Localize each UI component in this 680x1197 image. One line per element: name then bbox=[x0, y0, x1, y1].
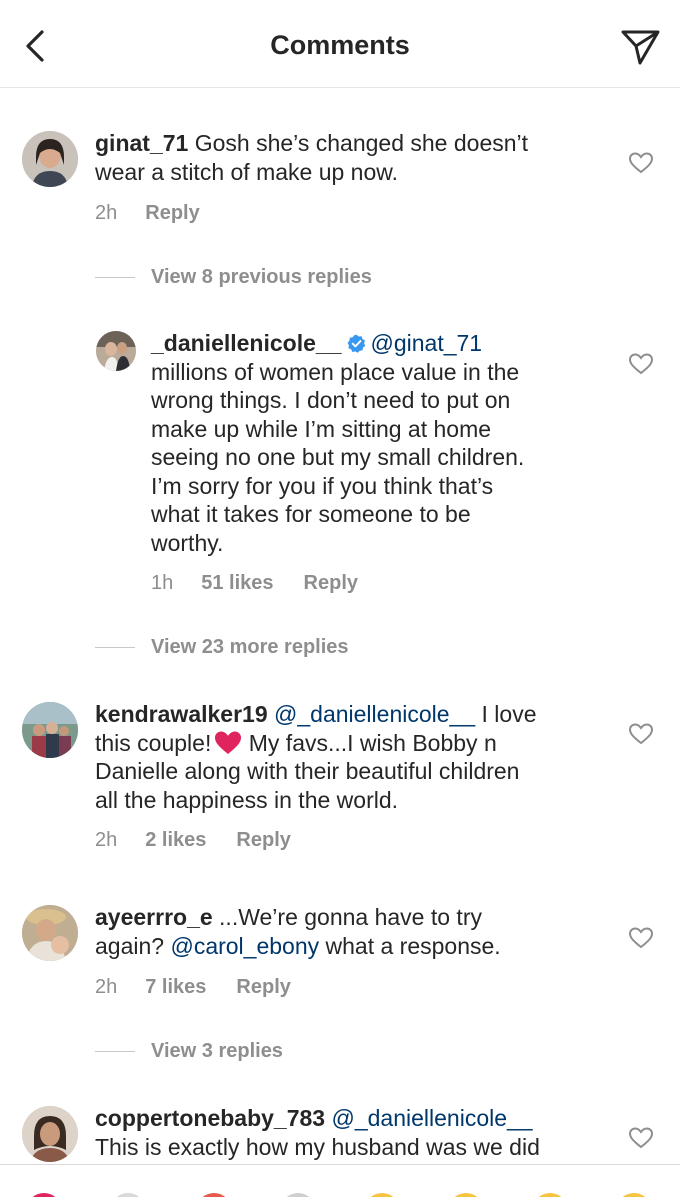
comment-body: all the happiness in the world. bbox=[95, 786, 399, 813]
comment-text: kendrawalker19 @_daniellenicole__ I love… bbox=[95, 700, 615, 814]
comment-body: wear a stitch of make up now. bbox=[95, 158, 398, 185]
mention-link[interactable]: @_daniellenicole__ bbox=[331, 1105, 532, 1131]
comment-body: worthy. bbox=[151, 529, 224, 556]
view-more-replies[interactable]: View 23 more replies bbox=[95, 636, 349, 659]
reply-button[interactable]: Reply bbox=[145, 202, 199, 225]
emoji-icon[interactable] bbox=[196, 1193, 232, 1197]
reply-button[interactable]: Reply bbox=[304, 572, 358, 595]
view-previous-replies[interactable]: View 8 previous replies bbox=[95, 266, 372, 289]
reply-button[interactable]: Reply bbox=[236, 976, 290, 999]
like-icon[interactable] bbox=[628, 151, 654, 175]
like-icon[interactable] bbox=[628, 1126, 654, 1150]
likes-count[interactable]: 2 likes bbox=[145, 829, 206, 852]
comment-body: I’m sorry for you if you think that’s bbox=[151, 472, 494, 499]
comment-time: 1h bbox=[151, 572, 174, 594]
comment-username[interactable]: kendrawalker19 bbox=[95, 701, 268, 727]
emoji-icon[interactable] bbox=[532, 1193, 568, 1197]
comment-body: again? bbox=[95, 932, 171, 959]
verified-icon bbox=[348, 334, 366, 353]
comment-body: This is exactly how my husband was we di… bbox=[95, 1133, 540, 1160]
red-heart-emoji bbox=[215, 731, 242, 754]
mention-link[interactable]: @_daniellenicole__ bbox=[274, 701, 475, 727]
emoji-icon[interactable] bbox=[364, 1193, 400, 1197]
avatar[interactable] bbox=[22, 1106, 78, 1162]
comment-text: _daniellenicole__ @ginat_71 millions of w… bbox=[151, 329, 621, 557]
comment-time: 2h bbox=[95, 202, 118, 224]
comment-body: what a response. bbox=[319, 932, 501, 959]
mention-link[interactable]: @ginat_71 bbox=[370, 330, 482, 356]
mention-link[interactable]: @carol_ebony bbox=[170, 933, 319, 959]
comment-body: what it takes for someone to be bbox=[151, 501, 471, 527]
like-icon[interactable] bbox=[628, 722, 654, 746]
comment-text: ayeerrro_e ...We’re gonna have to try ag… bbox=[95, 903, 615, 960]
avatar[interactable] bbox=[96, 331, 136, 371]
emoji-icon[interactable] bbox=[280, 1193, 316, 1197]
view-replies-label: View 3 replies bbox=[151, 1040, 283, 1062]
reply-button[interactable]: Reply bbox=[236, 829, 290, 852]
comment-username[interactable]: ginat_71 bbox=[95, 130, 188, 156]
comment-body: this couple! bbox=[95, 729, 212, 756]
comment-meta: 2h Reply bbox=[95, 202, 200, 225]
comment-meta: 2h 7 likes Reply bbox=[95, 976, 291, 999]
comment-body: I love bbox=[475, 701, 537, 727]
divider bbox=[95, 647, 135, 649]
comment-text: coppertonebaby_783 @_daniellenicole__ Th… bbox=[95, 1104, 615, 1164]
view-replies-label: View 23 more replies bbox=[151, 636, 349, 658]
comment-body: Danielle along with their beautiful chil… bbox=[95, 758, 520, 784]
comment-time: 2h bbox=[95, 976, 118, 998]
comment-body: millions of women place value in the bbox=[151, 358, 520, 385]
page-title: Comments bbox=[270, 30, 410, 60]
emoji-icon[interactable] bbox=[110, 1193, 146, 1197]
like-icon[interactable] bbox=[628, 926, 654, 950]
comment-username[interactable]: _daniellenicole__ bbox=[151, 330, 341, 356]
header: Comments bbox=[0, 0, 680, 88]
comment-username[interactable]: coppertonebaby_783 bbox=[95, 1105, 325, 1131]
comment-body: seeing no one but my small children. bbox=[151, 444, 525, 470]
send-icon[interactable] bbox=[618, 26, 662, 66]
comment-body: ...We’re gonna have to try bbox=[212, 904, 482, 930]
likes-count[interactable]: 51 likes bbox=[201, 572, 273, 595]
divider bbox=[95, 1051, 135, 1053]
like-icon[interactable] bbox=[628, 352, 654, 376]
comment-body: make up while I’m sitting at home bbox=[151, 415, 492, 442]
comment-body: Gosh she’s changed she doesn’t bbox=[188, 130, 529, 156]
divider bbox=[95, 277, 135, 279]
comment-time: 2h bbox=[95, 829, 118, 851]
likes-count[interactable]: 7 likes bbox=[145, 976, 206, 999]
comment-body: My favs...I wish Bobby n bbox=[242, 729, 497, 756]
avatar[interactable] bbox=[22, 702, 78, 758]
emoji-icon[interactable] bbox=[448, 1193, 484, 1197]
comment-body: wrong things. I don’t need to put on bbox=[151, 387, 511, 413]
avatar[interactable] bbox=[22, 905, 78, 961]
comment-meta: 2h 2 likes Reply bbox=[95, 829, 291, 852]
comment-username[interactable]: ayeerrro_e bbox=[95, 904, 213, 930]
view-replies[interactable]: View 3 replies bbox=[95, 1040, 283, 1063]
comment-meta: 1h 51 likes Reply bbox=[151, 572, 358, 595]
emoji-icon[interactable] bbox=[616, 1193, 652, 1197]
comment-text: ginat_71 Gosh she’s changed she doesn’t … bbox=[95, 129, 615, 186]
emoji-icon[interactable] bbox=[26, 1193, 62, 1197]
avatar[interactable] bbox=[22, 131, 78, 187]
view-replies-label: View 8 previous replies bbox=[151, 266, 372, 288]
emoji-reaction-bar bbox=[0, 1164, 680, 1197]
